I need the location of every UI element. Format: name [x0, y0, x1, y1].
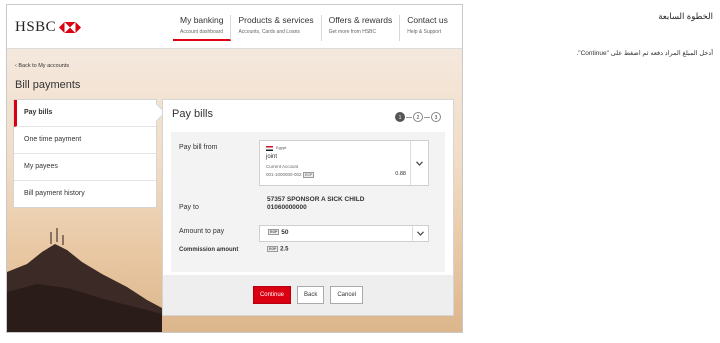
menu-item-label: One time payment: [24, 136, 82, 143]
step-1: 1: [395, 112, 405, 122]
amount-label: Amount to pay: [179, 228, 225, 235]
hsbc-logo[interactable]: HSBC: [15, 19, 82, 36]
account-name: joint: [266, 154, 278, 160]
page-title: Bill payments: [15, 79, 81, 91]
step-2: 2: [413, 112, 423, 122]
amount-value: 50: [281, 229, 289, 236]
nav-title: Contact us: [407, 15, 448, 25]
nav-title: Offers & rewards: [328, 15, 393, 25]
amount-value-row: EGP 50: [268, 229, 288, 236]
egypt-flag-icon: [266, 146, 273, 151]
hero-background: ‹ Back to My accounts Bill payments Pay …: [7, 49, 462, 332]
currency-tag: EGP: [267, 246, 279, 252]
nav-contact-us[interactable]: Contact us Help & Support: [400, 15, 455, 41]
account-selector[interactable]: Egypt joint Current Account 001-1000000-…: [259, 140, 429, 186]
step-connector: [424, 116, 430, 118]
currency-tag: EGP: [268, 229, 280, 236]
step-indicator: 1 2 3: [395, 112, 441, 122]
back-to-accounts-link[interactable]: ‹ Back to My accounts: [15, 63, 69, 69]
hsbc-hexagon-icon: [59, 22, 82, 33]
top-navigation-bar: HSBC My banking Account dashboard Produc…: [7, 5, 462, 49]
currency-tag: EGP: [302, 172, 315, 178]
amount-dropdown-button[interactable]: [412, 226, 428, 241]
pay-to-label: Pay to: [179, 204, 199, 211]
bill-payments-menu: Pay bills One time payment My payees Bil…: [13, 99, 166, 208]
account-number-row: 001-1000000-002 EGP: [266, 172, 315, 178]
account-number: 001-1000000-002: [266, 172, 302, 178]
menu-item-my-payees[interactable]: My payees: [14, 154, 156, 181]
nav-subtitle: Account dashboard: [180, 29, 224, 35]
commission-label: Commission amount: [179, 247, 239, 253]
menu-item-bill-payment-history[interactable]: Bill payment history: [14, 181, 156, 207]
menu-item-label: Pay bills: [24, 109, 53, 116]
nav-subtitle: Help & Support: [407, 29, 442, 35]
action-buttons: Continue Back Cancel: [163, 275, 453, 315]
continue-button[interactable]: Continue: [252, 286, 291, 304]
instruction-text: أدخل المبلغ المراد دفعه ثم اضغط على "Con…: [576, 50, 713, 57]
nav-products-services[interactable]: Products & services Accounts, Cards and …: [231, 15, 322, 41]
account-type: Current Account: [266, 164, 299, 169]
step-3: 3: [431, 112, 441, 122]
panel-title: Pay bills: [172, 108, 213, 120]
cancel-button[interactable]: Cancel: [330, 286, 364, 304]
payment-form: Pay bill from Egypt joint Current Accoun…: [171, 132, 445, 272]
account-balance: 0.88: [395, 171, 406, 177]
payee-name: 57357 SPONSOR A SICK CHILD: [267, 196, 365, 203]
nav-subtitle: Accounts, Cards and Loans: [238, 29, 300, 35]
nav-my-banking[interactable]: My banking Account dashboard: [173, 15, 232, 41]
nav-title: Products & services: [238, 15, 314, 25]
back-button[interactable]: Back: [297, 286, 325, 304]
account-country: Egypt: [276, 145, 287, 150]
menu-item-label: My payees: [24, 163, 58, 170]
instruction-title: الخطوة السابعة: [658, 11, 713, 21]
commission-value-row: EGP 2.5: [267, 246, 288, 253]
menu-item-pay-bills[interactable]: Pay bills: [14, 100, 166, 127]
nav-offers-rewards[interactable]: Offers & rewards Get more from HSBC: [322, 15, 401, 41]
chevron-down-icon: [416, 160, 423, 166]
menu-item-label: Bill payment history: [24, 190, 85, 197]
amount-input[interactable]: EGP 50: [259, 225, 429, 242]
nav-subtitle: Get more from HSBC: [328, 29, 377, 35]
payee-number: 01060000000: [267, 204, 307, 211]
pay-from-label: Pay bill from: [179, 144, 218, 151]
pay-bills-panel: Pay bills 1 2 3 Pay bill from Egypt join…: [162, 99, 454, 316]
menu-item-one-time-payment[interactable]: One time payment: [14, 127, 156, 154]
commission-value: 2.5: [280, 246, 289, 253]
account-dropdown-button[interactable]: [410, 141, 428, 185]
step-connector: [406, 116, 412, 118]
nav-title: My banking: [180, 15, 224, 25]
logo-text: HSBC: [15, 19, 57, 35]
main-nav: My banking Account dashboard Products & …: [173, 15, 455, 41]
banking-screenshot: HSBC My banking Account dashboard Produc…: [6, 4, 463, 333]
chevron-down-icon: [417, 231, 424, 236]
